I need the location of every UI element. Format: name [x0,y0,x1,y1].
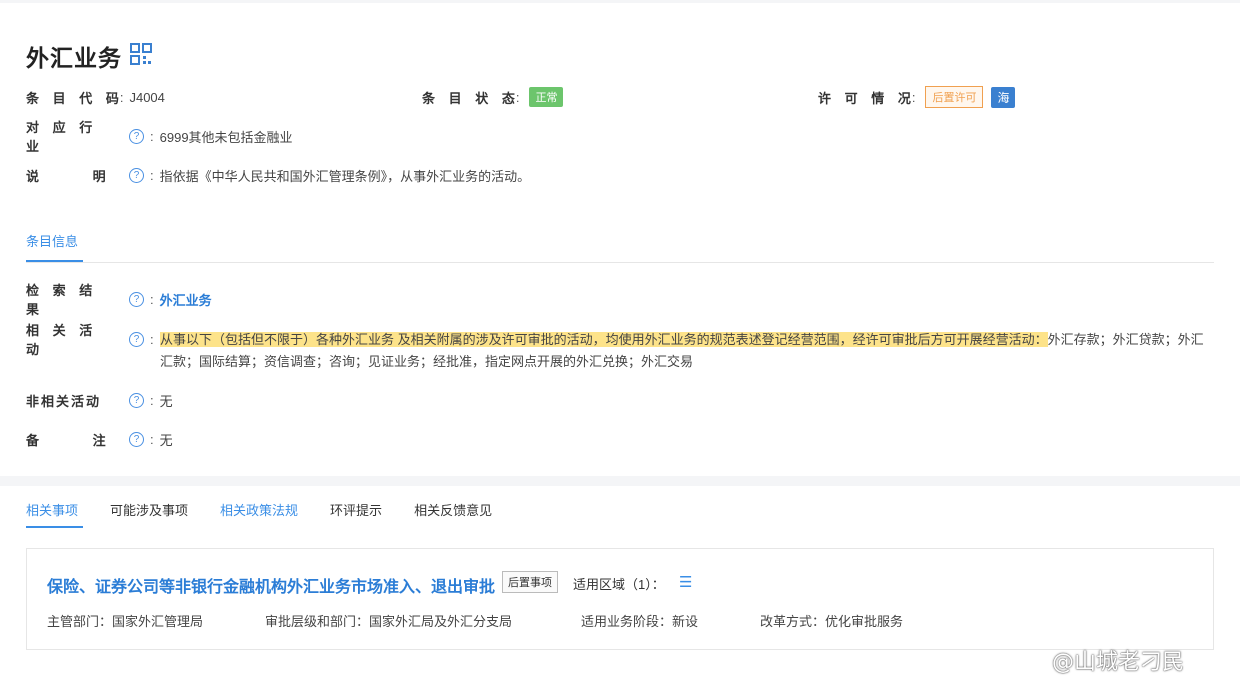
code-value: J4004 [129,89,165,105]
tab-item-info[interactable]: 条目信息 [26,231,78,250]
status-badge: 正常 [529,87,564,107]
non-related-value: 无 [159,393,173,409]
help-icon[interactable]: ? [129,128,144,144]
description-label: 说 明 [26,168,111,184]
non-related-label: 非相关活动 [26,393,102,409]
license-badge: 后置许可 [925,86,984,108]
help-icon[interactable]: ? [129,392,144,408]
tab-underline [26,260,83,262]
qr-code-icon[interactable] [130,43,152,65]
description-row: 说 明 ? : 指依据《中华人民共和国外汇管理条例》，从事外汇业务的活动。 [26,167,531,184]
help-icon[interactable]: ? [129,431,144,447]
code-label: 条 目 代 码 [26,90,124,106]
item-reform: 改革方式：优化审批服务 [760,614,904,629]
status-label: 条 目 状 态 [422,90,520,106]
item-level: 审批层级和部门：国家外汇局及外汇分支局 [265,614,513,629]
related-activity-label: 相 关 活 动 [26,323,98,357]
highlighted-text: 从事以下（包括但不限于）各种外汇业务 及相关附属的涉及许可审批的活动，均使用外汇… [160,332,1048,347]
license-label: 许 可 情 况 [818,90,916,106]
help-icon[interactable]: ? [129,167,144,183]
watermark: @山城老刁民 [1052,650,1185,675]
help-icon[interactable]: ? [129,291,144,307]
license-region-tag[interactable]: 海 [991,86,1016,108]
tab-possible-items[interactable]: 可能涉及事项 [110,500,188,519]
remark-value: 无 [159,432,173,448]
tab-policies[interactable]: 相关政策法规 [220,500,298,519]
related-tabs: 相关事项 可能涉及事项 相关政策法规 环评提示 相关反馈意见 [26,500,492,519]
search-result-row: 检 索 结 果 ? : 外汇业务 [26,283,212,317]
remark-row: 备 注 ? : 无 [26,431,173,448]
industry-label: 对 应 行 业 [26,120,98,154]
tab-feedback[interactable]: 相关反馈意见 [414,500,492,519]
item-region: 适用区域（1）： [573,577,665,592]
item-dept: 主管部门：国家外汇管理局 [47,614,204,629]
detail-card: 外汇业务 条 目 代 码 : J4004 条 目 状 态 : 正常 许 可 情 … [0,3,1240,476]
code-row: 条 目 代 码 : J4004 [26,89,165,106]
tab-env-tips[interactable]: 环评提示 [330,500,382,519]
related-activity-text: 从事以下（包括但不限于）各种外汇业务 及相关附属的涉及许可审批的活动，均使用外汇… [160,329,1205,373]
remark-label: 备 注 [26,432,111,448]
help-icon[interactable]: ? [129,331,144,347]
tab-related-items[interactable]: 相关事项 [26,500,78,519]
status-row: 条 目 状 态 : 正常 [422,87,564,107]
search-result-label: 检 索 结 果 [26,283,98,317]
non-related-row: 非相关活动 ? : 无 [26,392,173,409]
tab-underline [26,526,83,528]
industry-row: 对 应 行 业 ? : 6999其他未包括金融业 [26,120,293,154]
item-stage: 适用业务阶段：新设 [581,614,699,629]
list-item: 保险、证券公司等非银行金融机构外汇业务市场准入、退出审批 后置事项 适用区域（1… [26,548,1214,650]
related-activity-row: 相 关 活 动 ? : [26,323,160,357]
list-icon[interactable]: ☰ [679,573,692,591]
item-title-link[interactable]: 保险、证券公司等非银行金融机构外汇业务市场准入、退出审批 [47,573,495,597]
search-result-link[interactable]: 外汇业务 [160,290,212,309]
item-tag: 后置事项 [502,571,558,593]
divider [26,262,1214,263]
license-row: 许 可 情 况 : 后置许可 海 [818,86,1016,108]
description-value: 指依据《中华人民共和国外汇管理条例》，从事外汇业务的活动。 [159,168,531,184]
industry-value: 6999其他未包括金融业 [159,129,293,145]
page-title: 外汇业务 [26,45,122,71]
